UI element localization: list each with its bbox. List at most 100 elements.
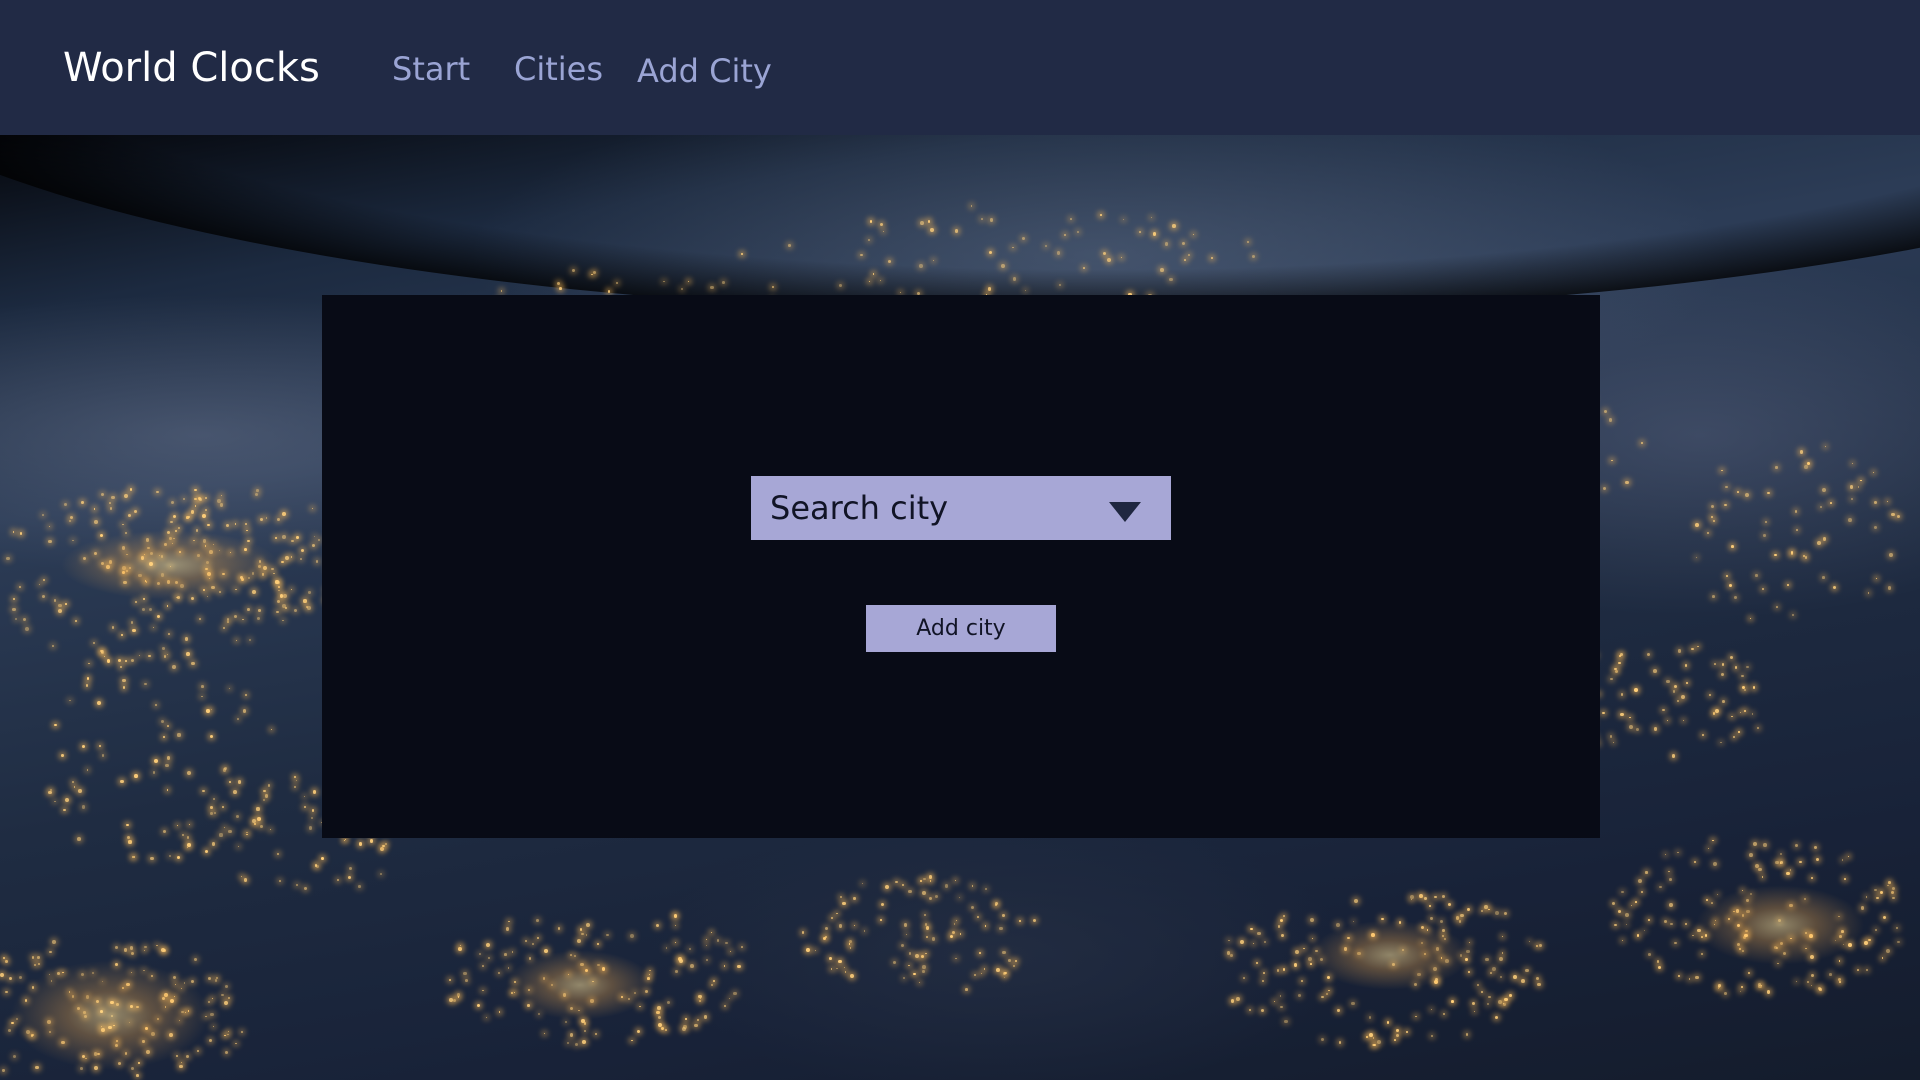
city-light [850, 974, 855, 979]
city-light [357, 884, 361, 888]
city-light [892, 961, 897, 965]
city-light [1762, 588, 1765, 591]
city-light [1717, 988, 1719, 990]
city-light [251, 818, 256, 823]
city-light [263, 789, 266, 793]
city-light [303, 795, 305, 797]
city-light [245, 529, 248, 532]
city-light [458, 947, 463, 952]
brand-title[interactable]: World Clocks [63, 42, 320, 94]
city-light [1706, 531, 1709, 534]
city-light [237, 718, 239, 721]
city-light [1757, 727, 1760, 730]
city-light [207, 523, 210, 526]
city-light [1230, 999, 1235, 1003]
city-light [12, 531, 15, 534]
city-light [1640, 890, 1644, 893]
city-light [270, 729, 273, 731]
city-light [120, 665, 123, 668]
city-light [344, 839, 347, 841]
city-light [227, 1030, 230, 1033]
city-light [463, 971, 467, 976]
city-light [1613, 741, 1615, 743]
city-light [1480, 909, 1483, 912]
city-light [104, 655, 106, 658]
city-light [689, 963, 694, 968]
city-light [201, 685, 204, 688]
city-light [167, 633, 170, 635]
city-light [908, 965, 910, 967]
city-light [130, 621, 134, 624]
city-light [295, 779, 298, 782]
city-light [511, 951, 513, 953]
city-light [1716, 893, 1719, 896]
city-light [544, 948, 549, 953]
city-light [254, 823, 256, 825]
city-light [908, 952, 912, 955]
city-light [583, 1022, 587, 1025]
city-light [133, 510, 137, 514]
city-light [806, 948, 810, 953]
city-light [1169, 277, 1173, 282]
city-light [838, 924, 843, 928]
city-light [853, 897, 856, 900]
city-light [1786, 871, 1790, 875]
city-light [1849, 485, 1853, 489]
city-select[interactable]: Search city [751, 476, 1171, 540]
city-light [1676, 699, 1680, 703]
city-light [77, 836, 82, 841]
city-light [1501, 951, 1504, 954]
nav-link-cities[interactable]: Cities [514, 47, 603, 91]
city-light [1018, 919, 1021, 922]
city-light [488, 957, 491, 960]
city-light [48, 525, 50, 527]
city-light [251, 590, 256, 594]
city-light [1620, 693, 1624, 696]
city-light [482, 965, 484, 967]
city-light [1718, 984, 1722, 988]
city-light [1755, 574, 1758, 577]
city-light [922, 891, 926, 895]
city-light [224, 1001, 229, 1006]
city-light [1525, 968, 1529, 973]
nav-link-add-city[interactable]: Add City [637, 49, 772, 93]
city-light [661, 1026, 665, 1030]
add-city-button[interactable]: Add city [866, 605, 1056, 652]
city-light [169, 520, 173, 524]
city-light [1256, 931, 1261, 936]
nav-link-start[interactable]: Start [392, 47, 470, 91]
city-light [226, 523, 230, 528]
city-light [903, 923, 907, 927]
city-light [1888, 881, 1892, 885]
city-light [144, 945, 147, 949]
city-light [1890, 891, 1894, 895]
city-light [1671, 753, 1676, 758]
city-light [134, 600, 137, 603]
city-light [1860, 906, 1865, 910]
city-light [558, 287, 562, 290]
city-light [1411, 899, 1413, 901]
city-light [658, 1016, 662, 1020]
city-light [1807, 462, 1810, 465]
city-light [711, 984, 714, 987]
city-light [730, 950, 732, 953]
city-light [1752, 842, 1757, 847]
city-light [1264, 940, 1267, 944]
city-light [229, 781, 232, 784]
city-light [482, 989, 485, 992]
city-light [1447, 902, 1451, 906]
city-light [1886, 948, 1891, 953]
city-light [156, 614, 160, 618]
city-light [1874, 928, 1877, 931]
city-light [152, 626, 154, 629]
city-light [1874, 888, 1878, 892]
city-light [1720, 742, 1722, 744]
city-light [63, 808, 66, 812]
city-light [984, 968, 986, 970]
city-light [184, 636, 189, 641]
city-light [267, 784, 270, 787]
city-light [814, 950, 817, 952]
city-light [33, 963, 37, 967]
city-light [1724, 503, 1728, 507]
city-light [1394, 1039, 1396, 1041]
